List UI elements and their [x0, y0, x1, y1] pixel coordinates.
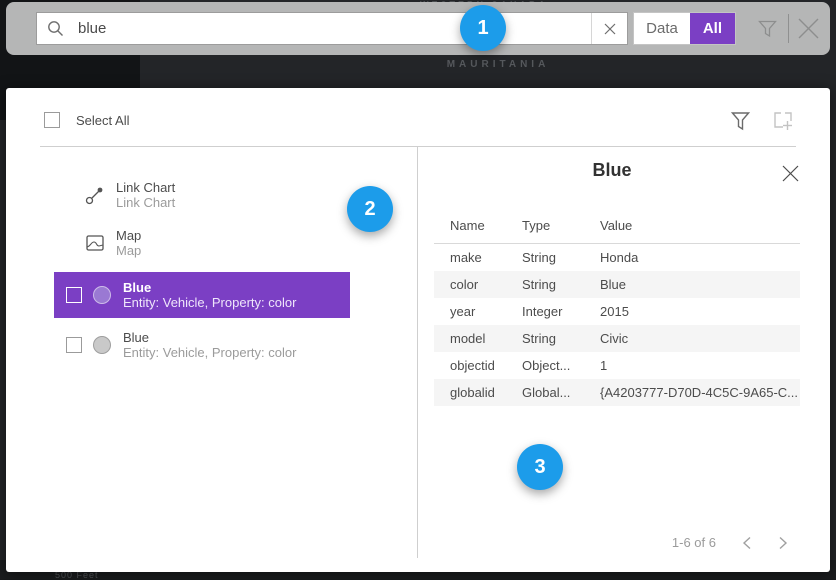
property-table-header: NameTypeValue — [434, 210, 800, 244]
add-selection-button[interactable] — [772, 110, 794, 132]
result-subtitle: Map — [116, 243, 141, 258]
detail-close-button[interactable] — [781, 164, 800, 183]
table-row: objectidObject...1 — [434, 352, 800, 379]
toggle-option-all[interactable]: All — [690, 13, 735, 44]
panel-header-icons — [731, 110, 794, 132]
select-all-checkbox[interactable] — [44, 112, 60, 128]
table-cell: String — [522, 244, 600, 272]
table-cell: Global... — [522, 379, 600, 406]
chevron-right-icon — [778, 536, 788, 550]
toolbar-divider — [788, 14, 789, 43]
toolbar-filter-button[interactable] — [757, 18, 778, 39]
link-chart-icon — [84, 184, 106, 206]
add-selection-icon — [772, 110, 794, 132]
annotation-badge-1: 1 — [460, 5, 506, 51]
detail-title: Blue — [417, 160, 807, 181]
clear-x-icon — [604, 23, 616, 35]
table-cell: Object... — [522, 352, 600, 379]
table-cell: Blue — [600, 271, 800, 298]
result-subtitle: Entity: Vehicle, Property: color — [123, 295, 296, 310]
column-header-name: Name — [434, 210, 522, 244]
table-cell: String — [522, 325, 600, 352]
annotation-badge-2: 2 — [347, 186, 393, 232]
table-row: yearInteger2015 — [434, 298, 800, 325]
entity-dot-icon — [93, 286, 111, 304]
table-cell: {A4203777-D70D-4C5C-9A65-C... — [600, 379, 800, 406]
close-icon — [795, 15, 822, 42]
result-item-link-chart[interactable]: Link ChartLink Chart — [40, 173, 350, 217]
result-subtitle: Entity: Vehicle, Property: color — [123, 345, 296, 360]
result-title: Blue — [123, 280, 296, 295]
column-header-value: Value — [600, 210, 800, 244]
table-cell: globalid — [434, 379, 522, 406]
search-input[interactable] — [64, 20, 591, 37]
header-divider — [40, 146, 796, 147]
result-text: MapMap — [116, 228, 141, 258]
search-results-dialog: Select All Link ChartLink Chart MapMap Blu… — [6, 88, 830, 572]
table-row: colorStringBlue — [434, 271, 800, 298]
table-cell: 1 — [600, 352, 800, 379]
table-cell: 2015 — [600, 298, 800, 325]
panel-divider — [417, 147, 418, 558]
result-checkbox[interactable] — [66, 337, 82, 353]
table-cell: year — [434, 298, 522, 325]
screenshot-root: WESTERN SAHARA MAURITANIA 500 Feet Data … — [0, 0, 836, 579]
results-filter-button[interactable] — [731, 111, 750, 131]
table-cell: Civic — [600, 325, 800, 352]
table-cell: color — [434, 271, 522, 298]
select-all-label: Select All — [76, 113, 129, 128]
result-item-map[interactable]: MapMap — [40, 221, 350, 265]
table-cell: Honda — [600, 244, 800, 272]
toolbar-close-button[interactable] — [795, 15, 822, 42]
property-table: NameTypeValue makeStringHondacolorString… — [434, 210, 800, 406]
map-label-mauritania: MAURITANIA — [80, 59, 836, 70]
pagination-next-button[interactable] — [778, 536, 788, 550]
table-row: globalidGlobal...{A4203777-D70D-4C5C-9A6… — [434, 379, 800, 406]
chevron-left-icon — [742, 536, 752, 550]
entity-dot-icon — [93, 336, 111, 354]
close-icon — [781, 164, 800, 183]
result-subtitle: Link Chart — [116, 195, 175, 210]
result-item-blue[interactable]: BlueEntity: Vehicle, Property: color — [54, 272, 350, 318]
pagination-label: 1-6 of 6 — [672, 535, 716, 550]
result-checkbox[interactable] — [66, 287, 82, 303]
funnel-icon — [731, 111, 750, 131]
result-text: Link ChartLink Chart — [116, 180, 175, 210]
table-cell: objectid — [434, 352, 522, 379]
table-cell: model — [434, 325, 522, 352]
clear-search-button[interactable] — [591, 13, 627, 44]
table-cell: Integer — [522, 298, 600, 325]
funnel-icon — [757, 18, 778, 39]
annotation-badge-3: 3 — [517, 444, 563, 490]
table-row: makeStringHonda — [434, 244, 800, 272]
result-title: Map — [116, 228, 141, 243]
result-title: Blue — [123, 330, 296, 345]
search-box — [36, 12, 628, 45]
result-item-blue[interactable]: BlueEntity: Vehicle, Property: color — [54, 322, 350, 368]
select-all-row: Select All — [44, 112, 129, 128]
scope-toggle: Data All — [633, 12, 736, 45]
result-text: BlueEntity: Vehicle, Property: color — [123, 280, 296, 310]
table-row: modelStringCivic — [434, 325, 800, 352]
pagination-prev-button[interactable] — [742, 536, 752, 550]
search-toolbar: Data All — [6, 2, 830, 55]
map-icon — [84, 232, 106, 254]
search-icon — [47, 20, 64, 37]
table-cell: String — [522, 271, 600, 298]
toggle-option-data[interactable]: Data — [634, 13, 690, 44]
result-title: Link Chart — [116, 180, 175, 195]
result-text: BlueEntity: Vehicle, Property: color — [123, 330, 296, 360]
table-cell: make — [434, 244, 522, 272]
column-header-type: Type — [522, 210, 600, 244]
pagination: 1-6 of 6 — [672, 535, 788, 550]
